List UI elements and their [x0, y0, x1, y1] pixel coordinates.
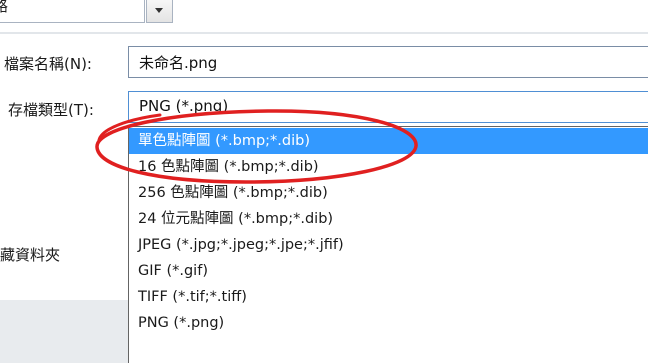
- filename-input[interactable]: [128, 46, 648, 78]
- address-field[interactable]: 路: [0, 0, 145, 23]
- filename-label: 檔案名稱(N):: [4, 55, 92, 73]
- filetype-option-24bit-bmp[interactable]: 24 位元點陣圖 (*.bmp;*.dib): [129, 206, 648, 232]
- filetype-label: 存檔類型(T):: [8, 101, 94, 119]
- filetype-select-value: PNG (*.png): [139, 97, 229, 115]
- filetype-select[interactable]: PNG (*.png): [128, 91, 648, 123]
- filetype-option-png[interactable]: PNG (*.png): [129, 310, 648, 336]
- footer-panel: [0, 300, 128, 363]
- hide-folders-label[interactable]: 藏資料夾: [0, 244, 60, 265]
- filetype-option-monochrome-bmp[interactable]: 單色點陣圖 (*.bmp;*.dib): [129, 128, 648, 154]
- filetype-option-16color-bmp[interactable]: 16 色點陣圖 (*.bmp;*.dib): [129, 154, 648, 180]
- chevron-down-icon: [155, 8, 163, 13]
- filetype-option-gif[interactable]: GIF (*.gif): [129, 258, 648, 284]
- address-field-text: 路: [0, 0, 8, 16]
- divider: [0, 32, 648, 34]
- address-dropdown-button[interactable]: [146, 0, 173, 23]
- filetype-option-jpeg[interactable]: JPEG (*.jpg;*.jpeg;*.jpe;*.jfif): [129, 232, 648, 258]
- filetype-option-tiff[interactable]: TIFF (*.tif;*.tiff): [129, 284, 648, 310]
- filetype-dropdown-list: 單色點陣圖 (*.bmp;*.dib) 16 色點陣圖 (*.bmp;*.dib…: [128, 126, 648, 363]
- filetype-option-256color-bmp[interactable]: 256 色點陣圖 (*.bmp;*.dib): [129, 180, 648, 206]
- address-bar-area: 路: [0, 0, 648, 32]
